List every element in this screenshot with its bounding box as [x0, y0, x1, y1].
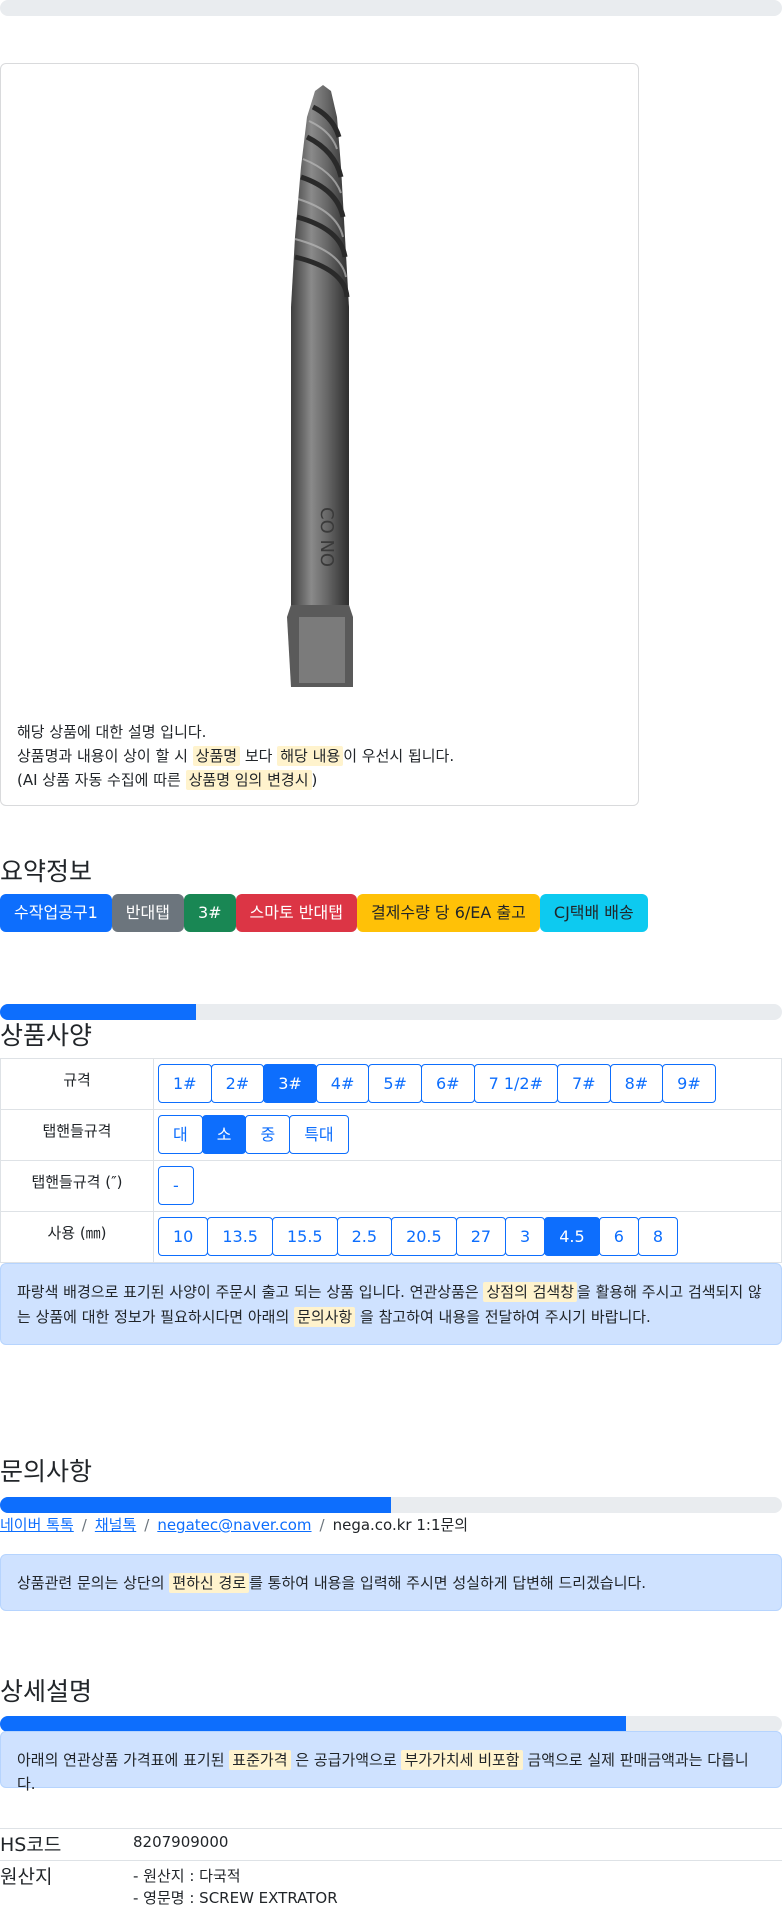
spec-row: 탭핸들규격 대 소 중 특대: [0, 1109, 782, 1161]
spec-option-button[interactable]: 6: [598, 1217, 639, 1256]
desc-line-1: 해당 상품에 대한 설명 입니다.: [17, 723, 207, 741]
spec-option-button[interactable]: 소: [201, 1115, 247, 1154]
email-link[interactable]: negatec@naver.com: [157, 1516, 311, 1534]
spec-option-button[interactable]: 2.5: [336, 1217, 393, 1256]
spec-table: 규격 1# 2# 3# 4# 5# 6# 7 1/2# 7# 8# 9# 탭핸들규격 대 소 중 특대 탭핸들규…: [0, 1058, 782, 1263]
spec-label: 탭핸들규격: [0, 1109, 154, 1161]
summary-title: 요약정보: [0, 857, 93, 886]
spec-option-button[interactable]: 4.5: [544, 1217, 600, 1256]
highlight-route: 편하신 경로: [169, 1573, 250, 1593]
highlight-search-box: 상점의 검색창: [483, 1282, 578, 1302]
specs-title: 상품사양: [0, 1021, 93, 1050]
nega-inquiry-text: nega.co.kr 1:1문의: [332, 1516, 469, 1534]
naver-talktalk-link[interactable]: 네이버 톡톡: [0, 1516, 74, 1534]
product-card: CO NO 해당 상품에 대한 설명 입니다. 상품명과 내용이 상이 할 시 …: [0, 63, 639, 806]
highlight-vat-excluded: 부가가치세 비포함: [401, 1750, 523, 1770]
spec-row: 사용 (㎜) 10 13.5 15.5 2.5 20.5 27 3 4.5 6 8: [0, 1211, 782, 1263]
detail-notice: 아래의 연관상품 가격표에 표기된 표준가격 은 공급가액으로 부가가치세 비포…: [0, 1731, 782, 1793]
spec-option-button[interactable]: 중: [245, 1115, 291, 1154]
spec-option-button[interactable]: 1#: [158, 1064, 212, 1103]
svg-text:CO NO: CO NO: [316, 507, 337, 567]
summary-badge: 스마토 반대탭: [235, 894, 357, 932]
product-image: CO NO: [287, 85, 353, 687]
origin-country: - 원산지 : 다국적: [133, 1867, 241, 1885]
highlight-inquiry: 문의사항: [294, 1307, 356, 1327]
detail-title: 상세설명: [0, 1677, 93, 1706]
spec-option-button[interactable]: 8: [637, 1217, 679, 1256]
spec-row: 규격 1# 2# 3# 4# 5# 6# 7 1/2# 7# 8# 9#: [0, 1058, 782, 1110]
origin-row: 원산지 - 원산지 : 다국적 - 영문명 : SCREW EXTRATOR: [0, 1860, 782, 1911]
spec-option-button[interactable]: 9#: [662, 1064, 716, 1103]
spec-option-button[interactable]: 8#: [609, 1064, 664, 1103]
origin-values: - 원산지 : 다국적 - 영문명 : SCREW EXTRATOR: [133, 1865, 338, 1909]
spec-option-button[interactable]: 대: [158, 1115, 203, 1154]
spec-option-button[interactable]: 3: [505, 1217, 546, 1256]
summary-badge: 수작업공구1: [0, 894, 112, 932]
highlight-standard-price: 표준가격: [229, 1750, 291, 1770]
top-progress-bar: [0, 0, 782, 16]
origin-english-name: - 영문명 : SCREW EXTRATOR: [133, 1889, 338, 1907]
summary-badge: 결제수량 당 6/EA 출고: [356, 894, 540, 932]
spec-option-button[interactable]: 7 1/2#: [473, 1064, 558, 1103]
origin-label: 원산지: [0, 1866, 53, 1888]
hs-code-value: 8207909000: [133, 1833, 229, 1851]
spec-option-button[interactable]: 5#: [368, 1064, 422, 1103]
spec-option-button[interactable]: 20.5: [391, 1217, 457, 1256]
spec-option-button[interactable]: -: [158, 1166, 194, 1205]
spec-option-button[interactable]: 15.5: [271, 1217, 338, 1256]
spec-row: 탭핸들규격 (″) -: [0, 1160, 782, 1212]
inquiry-notice: 상품관련 문의는 상단의 편하신 경로 를 통하여 내용을 입력해 주시면 성실하…: [0, 1554, 782, 1611]
inquiry-progress-bar: [0, 1497, 782, 1513]
summary-badge: 반대탭: [111, 894, 184, 932]
spec-option-button[interactable]: 3#: [263, 1064, 317, 1103]
channel-talk-link[interactable]: 채널톡: [95, 1516, 136, 1534]
summary-badge: CJ택배 배송: [539, 894, 648, 932]
desc-line-2: 상품명과 내용이 상이 할 시 상품명 보다 해당 내용 이 우선시 됩니다.: [17, 746, 455, 766]
spec-option-button[interactable]: 7#: [556, 1064, 611, 1103]
spec-label: 사용 (㎜): [0, 1211, 154, 1263]
highlight-content: 해당 내용: [277, 746, 344, 766]
spec-label: 탭핸들규격 (″): [0, 1160, 154, 1212]
highlight-name-change: 상품명 임의 변경시: [185, 770, 312, 790]
hs-code-row: HS코드 8207909000: [0, 1828, 782, 1859]
summary-badge: 3#: [183, 894, 236, 932]
spec-option-button[interactable]: 2#: [210, 1064, 265, 1103]
spec-option-button[interactable]: 6#: [420, 1064, 475, 1103]
spec-option-button[interactable]: 27: [455, 1217, 507, 1256]
spec-label: 규격: [0, 1058, 154, 1110]
spec-option-button[interactable]: 10: [158, 1217, 209, 1256]
spec-option-button[interactable]: 4#: [315, 1064, 370, 1103]
product-description: 해당 상품에 대한 설명 입니다. 상품명과 내용이 상이 할 시 상품명 보다…: [17, 720, 454, 792]
desc-line-3: (AI 상품 자동 수집에 따른 상품명 임의 변경시): [17, 770, 318, 790]
spec-option-button[interactable]: 특대: [289, 1115, 349, 1154]
detail-progress-bar: [0, 1716, 782, 1732]
highlight-product-name: 상품명: [192, 746, 241, 766]
specs-progress-bar: [0, 1004, 782, 1020]
spec-option-button[interactable]: 13.5: [207, 1217, 273, 1256]
inquiry-channels: 네이버 톡톡 / 채널톡 / negatec@naver.com / nega.co.kr …: [0, 1516, 469, 1534]
inquiry-title: 문의사항: [0, 1457, 93, 1486]
summary-badges: 수작업공구1 반대탭 3# 스마토 반대탭 결제수량 당 6/EA 출고 CJ택배 배송: [0, 894, 648, 932]
hs-code-label: HS코드: [0, 1834, 62, 1856]
specs-notice: 파랑색 배경으로 표기된 사양이 주문시 출고 되는 상품 입니다. 연관상품은…: [0, 1263, 782, 1345]
